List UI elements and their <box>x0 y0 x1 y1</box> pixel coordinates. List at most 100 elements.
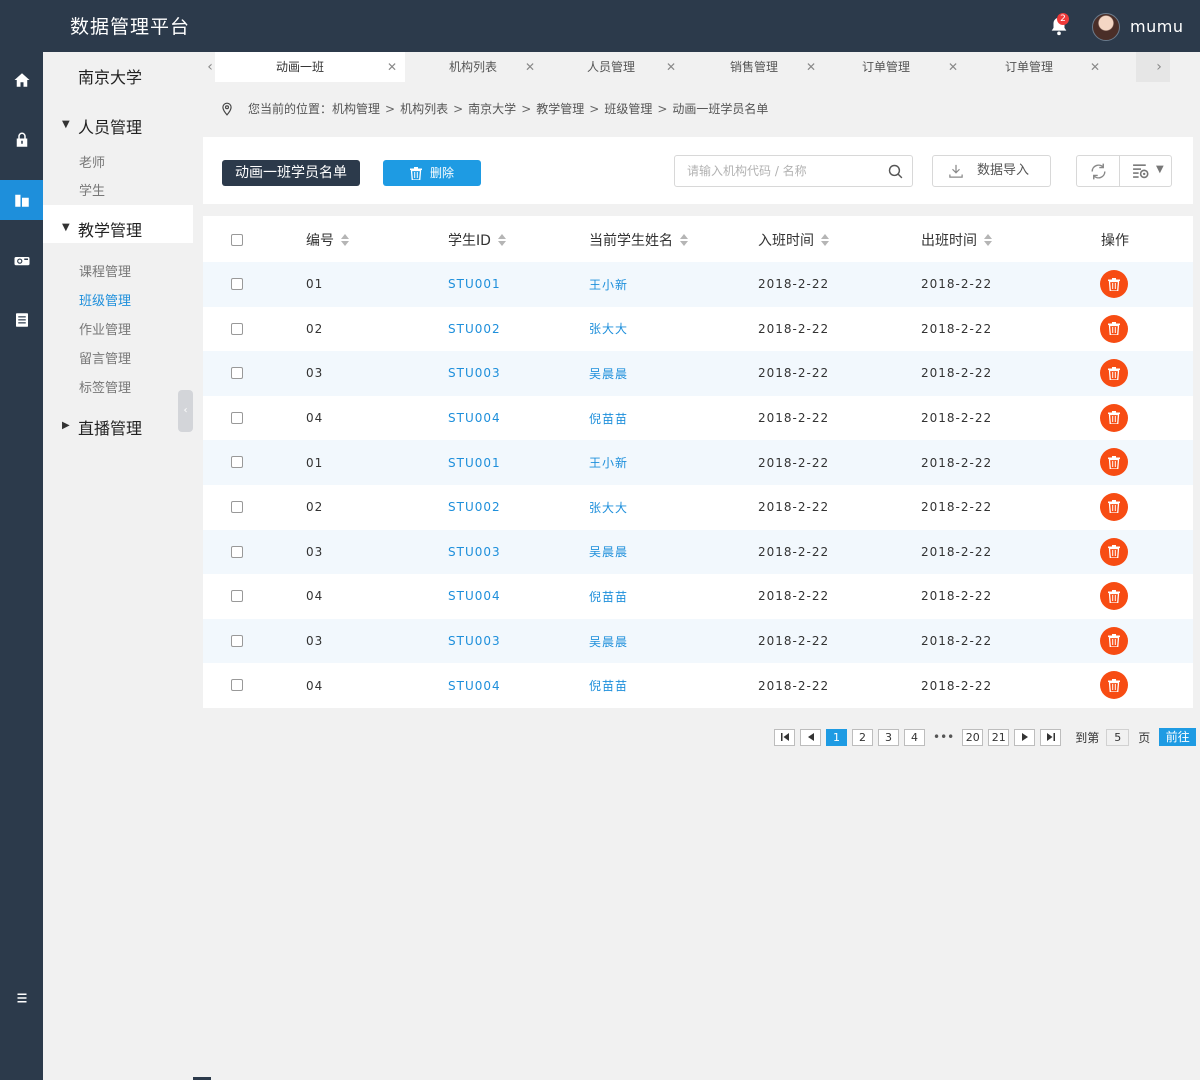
column-header-name[interactable]: 当前学生姓名 <box>589 230 688 250</box>
close-icon[interactable]: ✕ <box>666 52 676 82</box>
rail-lock[interactable] <box>0 120 43 160</box>
breadcrumb-item[interactable]: 班级管理 <box>604 100 652 117</box>
row-checkbox[interactable] <box>231 456 243 469</box>
row-checkbox[interactable] <box>231 500 243 513</box>
goto-page-input[interactable]: 5 <box>1106 728 1130 746</box>
rail-home[interactable] <box>0 60 43 100</box>
expand-arrow-icon[interactable]: ▼ <box>62 222 70 233</box>
cell-student-id[interactable]: STU002 <box>448 485 501 530</box>
column-header-leave-date[interactable]: 出班时间 <box>921 230 992 250</box>
column-header-student-id[interactable]: 学生ID <box>448 230 506 250</box>
row-delete-button[interactable] <box>1100 403 1128 432</box>
username[interactable]: mumu <box>1130 17 1183 36</box>
nav-group-personnel[interactable]: 人员管理 <box>78 114 142 138</box>
cell-student-name[interactable]: 吴晨晨 <box>589 351 628 396</box>
cell-student-name[interactable]: 倪苗苗 <box>589 574 628 619</box>
page-number[interactable]: 3 <box>878 728 899 746</box>
rail-building[interactable] <box>0 180 43 220</box>
nav-item-courses[interactable]: 课程管理 <box>79 261 131 280</box>
row-checkbox[interactable] <box>231 411 243 424</box>
row-checkbox[interactable] <box>231 679 243 692</box>
row-checkbox[interactable] <box>231 278 243 290</box>
cell-student-id[interactable]: STU002 <box>448 307 501 352</box>
row-checkbox[interactable] <box>231 367 243 380</box>
tab-orders-2[interactable]: 订单管理 ✕ <box>969 52 1119 82</box>
page-number[interactable]: 20 <box>962 728 984 746</box>
row-delete-button[interactable] <box>1100 314 1128 343</box>
cell-student-id[interactable]: STU003 <box>448 530 501 575</box>
row-delete-button[interactable] <box>1100 537 1128 566</box>
cell-student-name[interactable]: 倪苗苗 <box>589 396 628 441</box>
page-number[interactable]: 2 <box>852 728 873 746</box>
nav-item-student[interactable]: 学生 <box>79 180 105 199</box>
row-delete-button[interactable] <box>1100 626 1128 655</box>
sidebar-collapse-handle[interactable]: ‹ <box>178 390 193 432</box>
rail-list[interactable] <box>0 300 43 340</box>
row-checkbox[interactable] <box>231 322 243 335</box>
column-header-join-date[interactable]: 入班时间 <box>758 230 829 250</box>
row-delete-button[interactable] <box>1100 359 1128 388</box>
tab-org-list[interactable]: 机构列表 ✕ <box>405 52 545 82</box>
row-delete-button[interactable] <box>1100 582 1128 611</box>
tab-class-one[interactable]: 动画一班 ✕ <box>215 52 405 82</box>
delete-button[interactable]: 删除 <box>383 160 481 186</box>
cell-student-id[interactable]: STU001 <box>448 440 501 485</box>
tab-orders-1[interactable]: 订单管理 ✕ <box>827 52 969 82</box>
search-icon[interactable] <box>887 163 904 180</box>
cell-student-name[interactable]: 倪苗苗 <box>589 663 628 708</box>
page-number[interactable]: 4 <box>904 728 925 746</box>
cell-student-name[interactable]: 吴晨晨 <box>589 530 628 575</box>
nav-group-live[interactable]: 直播管理 <box>78 415 142 439</box>
next-page-button[interactable] <box>1014 728 1036 746</box>
cell-student-id[interactable]: STU004 <box>448 396 501 441</box>
first-page-button[interactable] <box>774 728 795 746</box>
column-settings-icon[interactable] <box>1131 162 1151 181</box>
caret-down-icon[interactable]: ▼ <box>1156 164 1164 175</box>
breadcrumb-item[interactable]: 教学管理 <box>536 100 584 117</box>
prev-page-button[interactable] <box>800 728 821 746</box>
row-checkbox[interactable] <box>231 545 243 558</box>
tab-scroll-right-icon[interactable]: › <box>1144 52 1174 82</box>
select-all-checkbox[interactable] <box>231 234 243 246</box>
nav-item-classes[interactable]: 班级管理 <box>79 290 131 309</box>
nav-item-messages[interactable]: 留言管理 <box>79 348 131 367</box>
collapse-arrow-icon[interactable]: ▶ <box>62 420 70 431</box>
expand-arrow-icon[interactable]: ▼ <box>62 119 70 130</box>
rail-menu[interactable] <box>0 978 43 1018</box>
close-icon[interactable]: ✕ <box>948 52 958 82</box>
row-delete-button[interactable] <box>1100 448 1128 477</box>
cell-student-id[interactable]: STU003 <box>448 351 501 396</box>
nav-item-teacher[interactable]: 老师 <box>79 152 105 171</box>
row-checkbox[interactable] <box>231 634 243 647</box>
cell-student-name[interactable]: 张大大 <box>589 485 628 530</box>
cell-student-id[interactable]: STU001 <box>448 262 501 307</box>
cell-student-id[interactable]: STU004 <box>448 663 501 708</box>
breadcrumb-item[interactable]: 机构管理 <box>332 100 380 117</box>
close-icon[interactable]: ✕ <box>1090 52 1100 82</box>
row-checkbox[interactable] <box>231 590 243 603</box>
cell-student-name[interactable]: 王小新 <box>589 262 628 307</box>
page-number[interactable]: 21 <box>988 728 1010 746</box>
cell-student-name[interactable]: 吴晨晨 <box>589 619 628 664</box>
goto-button[interactable]: 前往 <box>1159 728 1197 746</box>
search-input[interactable] <box>687 156 887 186</box>
cell-student-id[interactable]: STU004 <box>448 574 501 619</box>
nav-group-teaching[interactable]: 教学管理 <box>78 217 142 241</box>
nav-item-homework[interactable]: 作业管理 <box>79 319 131 338</box>
close-icon[interactable]: ✕ <box>806 52 816 82</box>
cell-student-name[interactable]: 张大大 <box>589 307 628 352</box>
tab-personnel[interactable]: 人员管理 ✕ <box>545 52 687 82</box>
close-icon[interactable]: ✕ <box>525 52 535 82</box>
import-button[interactable]: 数据导入 <box>932 155 1051 187</box>
cell-student-name[interactable]: 王小新 <box>589 440 628 485</box>
breadcrumb-item[interactable]: 机构列表 <box>400 100 448 117</box>
nav-item-tags[interactable]: 标签管理 <box>79 377 131 396</box>
close-icon[interactable]: ✕ <box>387 52 397 82</box>
row-delete-button[interactable] <box>1100 671 1128 700</box>
column-header-no[interactable]: 编号 <box>306 230 349 250</box>
breadcrumb-item[interactable]: 南京大学 <box>468 100 516 117</box>
cell-student-id[interactable]: STU003 <box>448 619 501 664</box>
row-delete-button[interactable] <box>1100 492 1128 521</box>
last-page-button[interactable] <box>1040 728 1062 746</box>
row-delete-button[interactable] <box>1100 270 1128 298</box>
